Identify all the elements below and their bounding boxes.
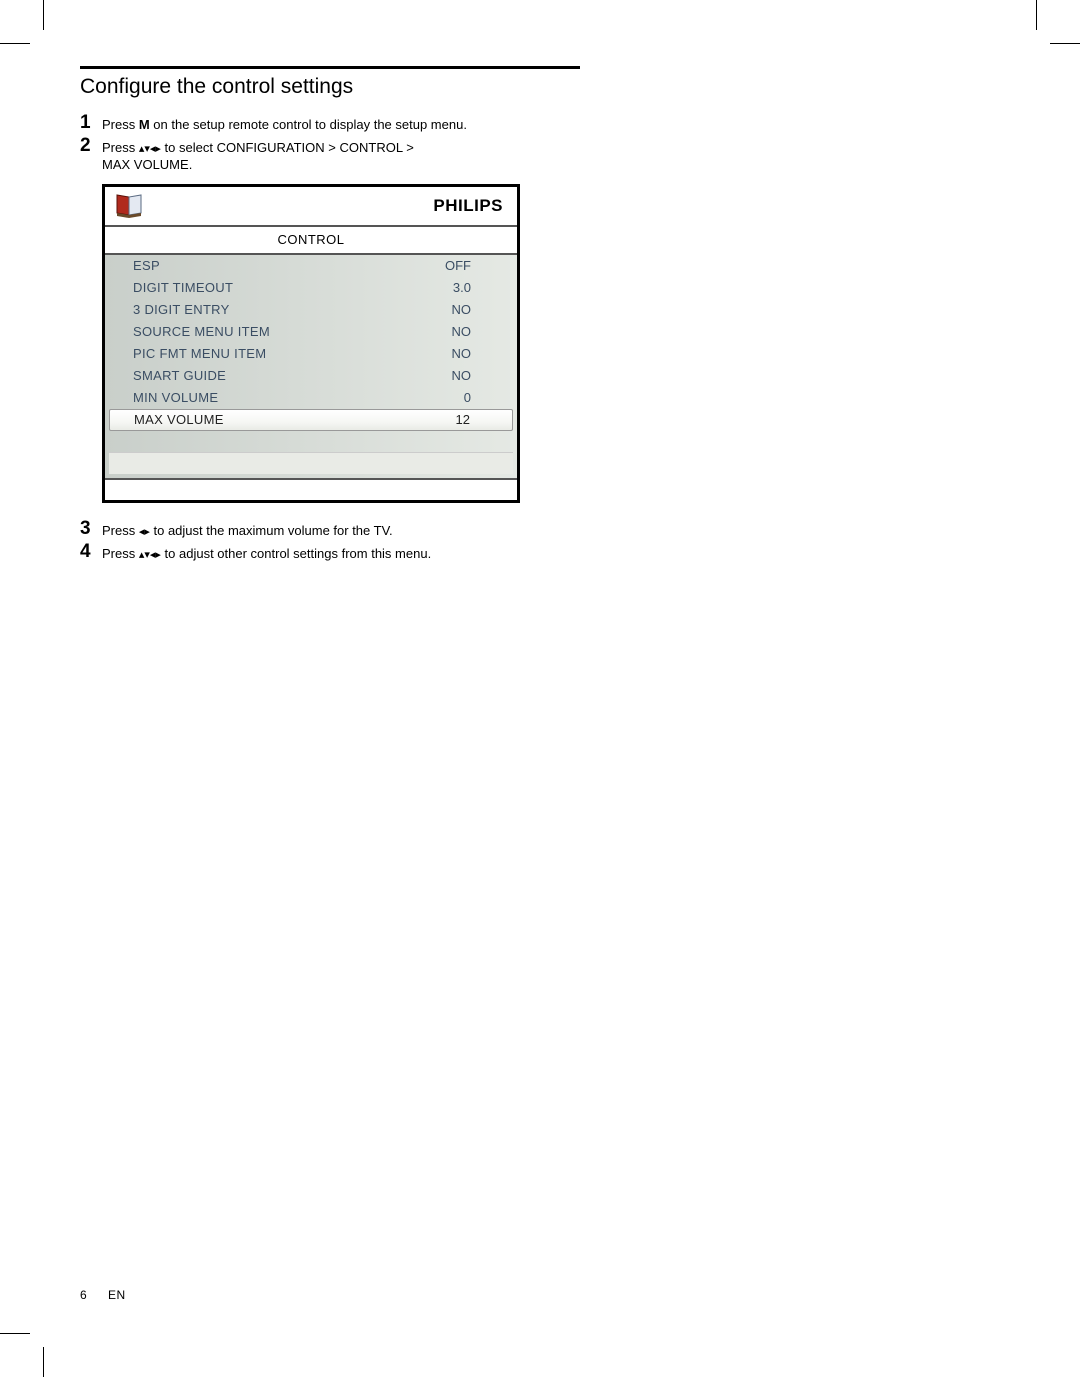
page: Configure the control settings 1 Press M…	[0, 0, 1080, 1377]
osd-row-value: 0	[431, 390, 471, 405]
page-footer: 6 EN	[80, 1288, 126, 1302]
osd-row-value: NO	[431, 368, 471, 383]
menu-path: CONTROL	[340, 140, 403, 155]
arrow-keys-icon: ▴▾◂▸	[139, 549, 161, 561]
step-number: 3	[80, 519, 102, 538]
osd-row-value: OFF	[431, 258, 471, 273]
osd-tab-label: CONTROL	[105, 227, 517, 253]
text: on the setup remote control to display t…	[150, 117, 467, 132]
osd-row[interactable]: DIGIT TIMEOUT3.0	[105, 277, 517, 299]
osd-row-value: NO	[431, 346, 471, 361]
crop-mark	[1050, 43, 1080, 44]
osd-row[interactable]: MIN VOLUME0	[105, 387, 517, 409]
text: >	[325, 140, 340, 155]
step-2: 2 Press ▴▾◂▸ to select CONFIGURATION > C…	[80, 136, 580, 174]
osd-spacer	[105, 431, 517, 451]
osd-row[interactable]: 3 DIGIT ENTRYNO	[105, 299, 517, 321]
text: to adjust the maximum volume for the TV.	[150, 523, 393, 538]
osd-row-value: NO	[431, 324, 471, 339]
section-title: Configure the control settings	[80, 75, 580, 99]
osd-row-label: ESP	[133, 258, 431, 273]
osd-row-value: 3.0	[431, 280, 471, 295]
crop-mark	[43, 1347, 44, 1377]
osd-empty-row	[109, 452, 513, 474]
osd-panel: PHILIPS CONTROL ESPOFFDIGIT TIMEOUT3.03 …	[102, 184, 520, 503]
osd-row[interactable]: PIC FMT MENU ITEMNO	[105, 343, 517, 365]
text: Press	[102, 523, 139, 538]
step-text: Press ▴▾◂▸ to adjust other control setti…	[102, 542, 431, 563]
arrow-keys-icon: ◂▸	[139, 526, 150, 538]
page-number: 6	[80, 1288, 87, 1302]
text: .	[189, 157, 193, 172]
menu-path: MAX VOLUME	[102, 157, 189, 172]
step-1: 1 Press M on the setup remote control to…	[80, 113, 580, 134]
osd-row[interactable]: SOURCE MENU ITEMNO	[105, 321, 517, 343]
osd-row-label: PIC FMT MENU ITEM	[133, 346, 431, 361]
osd-menu-list: ESPOFFDIGIT TIMEOUT3.03 DIGIT ENTRYNOSOU…	[105, 253, 517, 478]
osd-titlebar: PHILIPS	[105, 187, 517, 227]
crop-mark	[43, 0, 44, 30]
osd-row-label: 3 DIGIT ENTRY	[133, 302, 431, 317]
brand-logo: PHILIPS	[433, 196, 503, 216]
step-text: Press M on the setup remote control to d…	[102, 113, 467, 134]
text: Press	[102, 117, 139, 132]
key-M: M	[139, 117, 150, 132]
osd-row-label: DIGIT TIMEOUT	[133, 280, 431, 295]
section-rule	[80, 66, 580, 69]
menu-path: CONFIGURATION	[217, 140, 325, 155]
step-number: 4	[80, 542, 102, 561]
osd-footer-bar	[105, 478, 517, 500]
crop-mark	[0, 1333, 30, 1334]
step-text: Press ◂▸ to adjust the maximum volume fo…	[102, 519, 393, 540]
step-3: 3 Press ◂▸ to adjust the maximum volume …	[80, 519, 580, 540]
content-column: Configure the control settings 1 Press M…	[80, 66, 580, 565]
osd-row-value: NO	[431, 302, 471, 317]
crop-mark	[1036, 0, 1037, 30]
book-icon	[115, 193, 145, 219]
osd-row-label: MIN VOLUME	[133, 390, 431, 405]
text: to select	[161, 140, 217, 155]
language-code: EN	[108, 1288, 126, 1302]
step-number: 2	[80, 136, 102, 155]
osd-row[interactable]: ESPOFF	[105, 255, 517, 277]
osd-row-label: SOURCE MENU ITEM	[133, 324, 431, 339]
step-number: 1	[80, 113, 102, 132]
step-4: 4 Press ▴▾◂▸ to adjust other control set…	[80, 542, 580, 563]
step-text: Press ▴▾◂▸ to select CONFIGURATION > CON…	[102, 136, 414, 174]
osd-row-value: 12	[430, 412, 470, 427]
arrow-keys-icon: ▴▾◂▸	[139, 143, 161, 155]
osd-row-label: SMART GUIDE	[133, 368, 431, 383]
text: Press	[102, 546, 139, 561]
osd-row-label: MAX VOLUME	[134, 412, 430, 427]
osd-row[interactable]: SMART GUIDENO	[105, 365, 517, 387]
text: to adjust other control settings from th…	[161, 546, 431, 561]
crop-mark	[0, 43, 30, 44]
osd-row-selected[interactable]: MAX VOLUME12	[109, 409, 513, 431]
text: Press	[102, 140, 139, 155]
text: >	[403, 140, 414, 155]
